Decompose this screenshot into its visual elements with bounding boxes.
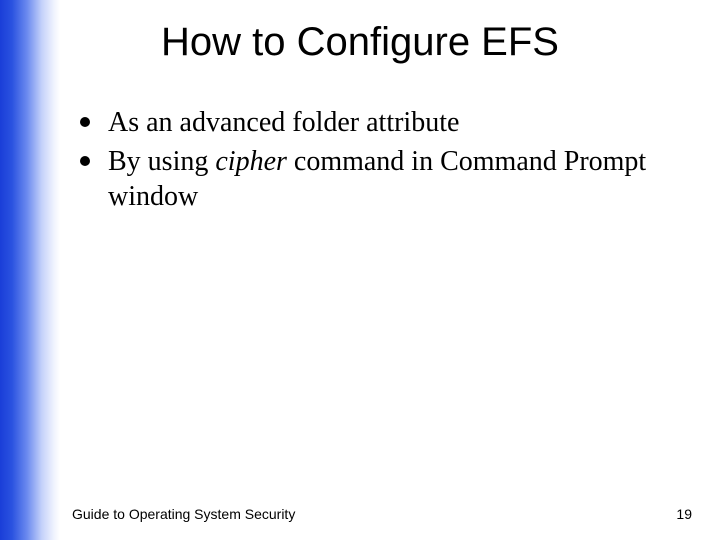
bullet-text: By using cipher command in Command Promp… bbox=[108, 144, 690, 214]
list-item: As an advanced folder attribute bbox=[80, 105, 690, 140]
slide: How to Configure EFS As an advanced fold… bbox=[0, 0, 720, 540]
bullet-text-italic: cipher bbox=[215, 146, 287, 177]
bullet-text: As an advanced folder attribute bbox=[108, 105, 690, 140]
footer-page-number: 19 bbox=[676, 506, 692, 522]
bullet-text-part: By using bbox=[108, 146, 215, 177]
left-gradient-decoration bbox=[0, 0, 60, 540]
slide-title: How to Configure EFS bbox=[0, 20, 720, 65]
list-item: By using cipher command in Command Promp… bbox=[80, 144, 690, 214]
bullet-icon bbox=[80, 117, 90, 127]
bullet-icon bbox=[80, 156, 90, 166]
footer-source: Guide to Operating System Security bbox=[72, 506, 295, 522]
slide-body: As an advanced folder attribute By using… bbox=[80, 105, 690, 218]
